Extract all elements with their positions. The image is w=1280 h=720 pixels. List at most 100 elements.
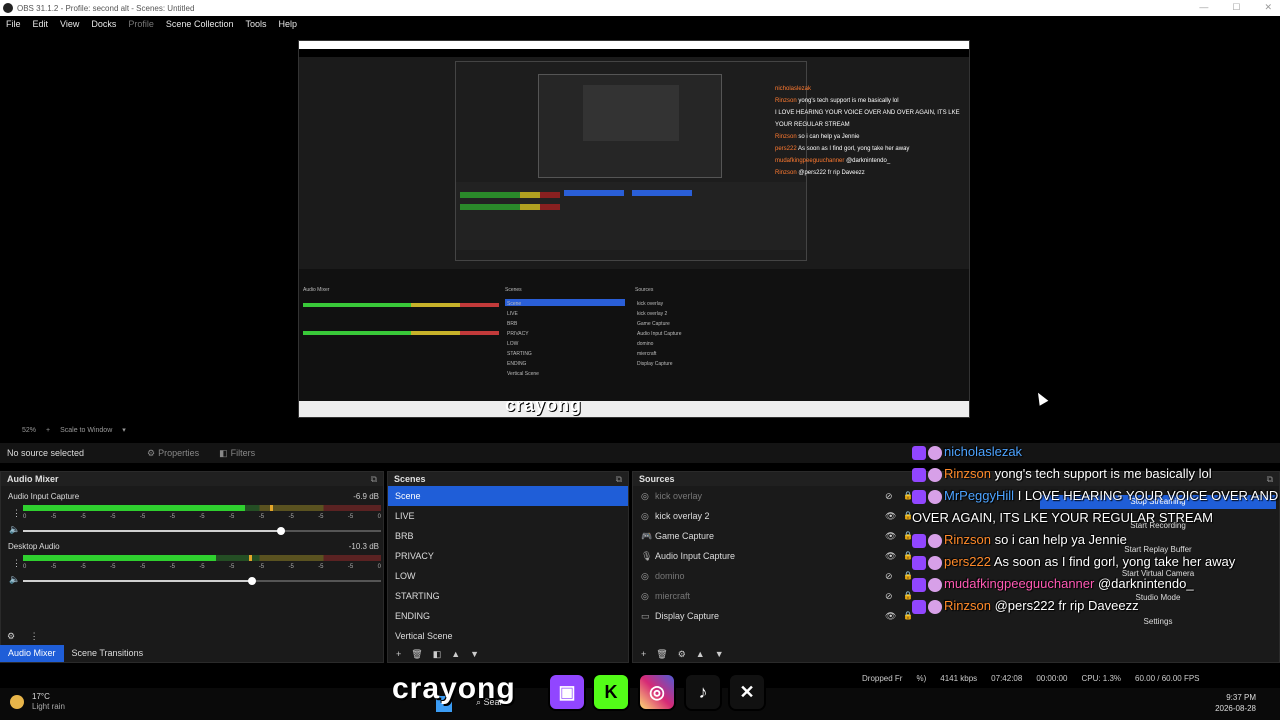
chat-message: pers222 As soon as I find gorl, yong tak… (912, 551, 1280, 573)
stream-time: 07:42:08 (991, 673, 1023, 683)
zoom-percent[interactable]: 52% (22, 427, 36, 434)
menu-scene-collection[interactable]: Scene Collection (166, 19, 234, 29)
speaker-icon[interactable]: 🔈 (9, 574, 20, 585)
menu-tools[interactable]: Tools (245, 19, 266, 29)
scenes-title: Scenes (394, 474, 426, 484)
meter-scale-tick: -5 (258, 514, 265, 520)
more-icon[interactable]: ⋮ (30, 631, 39, 641)
remove-scene-icon[interactable]: 🗑 (411, 649, 422, 660)
scene-item[interactable]: Scene (388, 486, 628, 506)
close-icon[interactable]: ✕ (1264, 2, 1272, 13)
maximize-icon[interactable]: ☐ (1232, 2, 1240, 13)
volume-slider[interactable] (23, 527, 381, 535)
menu-edit[interactable]: Edit (33, 19, 49, 29)
scene-item[interactable]: LOW (388, 566, 628, 586)
menu-profile[interactable]: Profile (128, 19, 154, 29)
zoom-in-icon[interactable]: + (46, 427, 50, 434)
nested-chat-user: mudafkingpeeguuchanner (775, 158, 845, 164)
remove-source-icon[interactable]: 🗑 (656, 649, 667, 660)
visibility-off-icon[interactable]: ⊘ (885, 566, 893, 586)
float-dock-icon[interactable]: ⧉ (371, 472, 377, 486)
level-meter (23, 505, 381, 511)
track-db: -10.3 dB (348, 542, 379, 551)
chat-text: @darknintendo_ (1097, 576, 1194, 591)
nested-title-bar (299, 41, 969, 49)
scene-item[interactable]: BRB (388, 526, 628, 546)
visibility-icon[interactable]: 👁 (885, 546, 896, 566)
visibility-icon[interactable]: 👁 (885, 606, 896, 626)
source-name: Game Capture (655, 531, 715, 541)
menu-file[interactable]: File (6, 19, 21, 29)
volume-slider-knob[interactable] (248, 577, 257, 585)
tab-audio-mixer[interactable]: Audio Mixer (0, 645, 64, 662)
chat-text: As soon as I find gorl, yong take her aw… (993, 554, 1236, 569)
move-down-icon[interactable]: ▼ (470, 649, 479, 659)
scale-to-window[interactable]: Scale to Window (60, 427, 112, 434)
scene-item[interactable]: Vertical Scene (388, 626, 628, 646)
track-menu-icon[interactable]: ⋮ (12, 558, 21, 569)
stream-preview[interactable]: Audio Mixer Scenes Sources Scene LIVE BR… (298, 40, 970, 418)
nested-chat-user: Rinzson (775, 170, 797, 176)
volume-slider-fill (23, 530, 281, 532)
nested-menu-bar (299, 49, 969, 57)
nested-meter (460, 204, 560, 210)
scene-filters-icon[interactable]: ◧ (433, 649, 442, 660)
add-scene-icon[interactable]: + (396, 649, 401, 659)
scene-item[interactable]: LIVE (388, 506, 628, 526)
track-name: Desktop Audio (8, 542, 60, 551)
x-icon: ✕ (728, 673, 766, 711)
visibility-icon[interactable]: 👁 (885, 506, 896, 526)
nested-source-item: Game Capture (637, 321, 670, 327)
source-name: Audio Input Capture (655, 551, 736, 561)
track-menu-icon[interactable]: ⋮ (12, 508, 21, 519)
move-down-icon[interactable]: ▼ (715, 649, 724, 659)
taskbar-clock[interactable]: 9:37 PM 2026-08-28 (1215, 692, 1256, 714)
nested-chat-user: Rinzson (775, 134, 797, 140)
gear-icon[interactable]: ⚙ (7, 631, 15, 641)
nested-source-item: domino (637, 341, 654, 347)
add-source-icon[interactable]: + (641, 649, 646, 659)
volume-slider[interactable] (23, 577, 381, 585)
visibility-off-icon[interactable]: ⊘ (885, 486, 893, 506)
level-meter-fill (23, 555, 217, 561)
menu-help[interactable]: Help (278, 19, 297, 29)
filters-button[interactable]: ◧ Filters (219, 448, 255, 459)
minimize-icon[interactable]: — (1199, 2, 1208, 13)
twitch-badge-icon (912, 555, 926, 570)
scene-item[interactable]: STARTING (388, 586, 628, 606)
nested-source-item: kick overlay (637, 301, 664, 307)
nested-brand-overlay: crayong (505, 395, 583, 415)
speaker-icon[interactable]: 🔈 (9, 524, 20, 535)
visibility-off-icon[interactable]: ⊘ (885, 586, 893, 606)
tab-scene-transitions[interactable]: Scene Transitions (64, 645, 152, 662)
scenes-toolbar: + 🗑 ◧ ▲ ▼ (388, 646, 628, 662)
chat-text: so i can help ya Jennie (994, 532, 1127, 547)
twitch-badge-icon (912, 577, 926, 592)
source-settings-icon[interactable]: ⚙ (678, 649, 686, 660)
volume-slider-knob[interactable] (276, 527, 285, 535)
filter-icon: ◧ (219, 447, 228, 458)
chat-text: yong's tech support is me basically lol (994, 466, 1212, 481)
scene-item[interactable]: ENDING (388, 606, 628, 626)
menu-view[interactable]: View (60, 19, 79, 29)
dropped-frames-percent: %) (916, 673, 927, 683)
float-dock-icon[interactable]: ⧉ (616, 472, 622, 486)
visibility-icon[interactable]: 👁 (885, 526, 896, 546)
weather-widget[interactable]: 17°C Light rain (10, 692, 65, 712)
nested-chat-user: nicholaslezak (775, 86, 812, 92)
move-up-icon[interactable]: ▲ (696, 649, 705, 659)
move-up-icon[interactable]: ▲ (451, 649, 460, 659)
properties-button[interactable]: ⚙ Properties (147, 448, 199, 459)
menu-docks[interactable]: Docks (91, 19, 116, 29)
avatar (928, 555, 942, 570)
meter-scale-tick: -5 (50, 514, 57, 520)
window-controls: — ☐ ✕ (1199, 2, 1272, 13)
microphone-icon: 🎙 (641, 551, 653, 561)
nested-meter (303, 331, 499, 335)
scene-item[interactable]: PRIVACY (388, 546, 628, 566)
source-name: domino (655, 571, 685, 581)
chevron-down-icon[interactable]: ▾ (122, 426, 126, 434)
brand-overlay: crayong (392, 672, 516, 705)
dock-title: Audio Mixer ⧉ (1, 472, 383, 486)
level-meter-peak (270, 505, 274, 511)
